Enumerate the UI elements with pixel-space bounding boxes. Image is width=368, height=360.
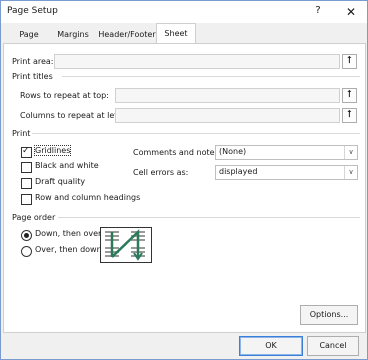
black-white-label: Black and white	[35, 161, 99, 170]
separator	[32, 133, 360, 134]
columns-repeat-field[interactable]	[115, 108, 340, 123]
tab-strip: Page Margins Header/Footer Sheet	[1, 23, 367, 43]
collapse-dialog-icon[interactable]: ⭡	[342, 88, 357, 103]
gridlines-label: Gridlines	[33, 145, 72, 156]
title-bar: Page Setup ? ✕	[1, 1, 367, 23]
print-area-field[interactable]	[54, 54, 340, 69]
page-order-heading: Page order	[12, 213, 56, 222]
collapse-dialog-icon[interactable]: ⭡	[342, 54, 357, 69]
cancel-button[interactable]: Cancel	[307, 336, 359, 356]
over-then-down-radio[interactable]	[21, 246, 32, 257]
tab-page[interactable]: Page	[11, 26, 47, 44]
black-white-checkbox[interactable]	[21, 162, 32, 173]
tab-sheet[interactable]: Sheet	[156, 23, 196, 43]
chevron-down-icon: ∨	[344, 166, 357, 179]
over-then-down-label: Over, then down	[35, 245, 102, 254]
gridlines-checkbox[interactable]	[21, 146, 32, 158]
row-col-headings-label: Row and column headings	[35, 193, 141, 202]
close-icon[interactable]: ✕	[343, 4, 359, 20]
page-order-diagram-icon	[105, 229, 145, 261]
row-col-headings-checkbox[interactable]	[21, 194, 32, 205]
page-setup-dialog: Page Setup ? ✕ Page Margins Header/Foote…	[0, 0, 368, 360]
down-then-over-label: Down, then over	[35, 229, 102, 238]
separator	[58, 217, 360, 218]
print-area-label: Print area:	[12, 57, 54, 66]
page-order-preview	[100, 227, 152, 263]
tab-margins[interactable]: Margins	[49, 26, 97, 44]
draft-quality-label: Draft quality	[35, 177, 86, 186]
comments-label: Comments and notes:	[133, 148, 222, 157]
down-then-over-radio[interactable]	[21, 230, 32, 241]
columns-repeat-label: Columns to repeat at left:	[20, 111, 123, 120]
cell-errors-select[interactable]: displayed ∨	[215, 165, 358, 180]
help-icon[interactable]: ?	[311, 5, 325, 19]
sheet-panel: Print area: ⭡ Print titles Rows to repea…	[3, 43, 366, 333]
comments-value: (None)	[219, 147, 247, 156]
dialog-title: Page Setup	[7, 6, 58, 16]
options-button[interactable]: Options...	[300, 305, 358, 325]
print-titles-heading: Print titles	[12, 72, 53, 81]
draft-quality-checkbox[interactable]	[21, 178, 32, 189]
cell-errors-value: displayed	[219, 167, 258, 176]
tab-header-footer[interactable]: Header/Footer	[95, 26, 159, 44]
collapse-dialog-icon[interactable]: ⭡	[342, 108, 357, 123]
comments-select[interactable]: (None) ∨	[215, 145, 358, 160]
rows-repeat-field[interactable]	[115, 88, 340, 103]
rows-repeat-label: Rows to repeat at top:	[20, 91, 109, 100]
cell-errors-label: Cell errors as:	[133, 168, 189, 177]
ok-button[interactable]: OK	[239, 336, 303, 356]
print-heading: Print	[12, 129, 31, 138]
separator	[62, 76, 360, 77]
chevron-down-icon: ∨	[344, 146, 357, 159]
